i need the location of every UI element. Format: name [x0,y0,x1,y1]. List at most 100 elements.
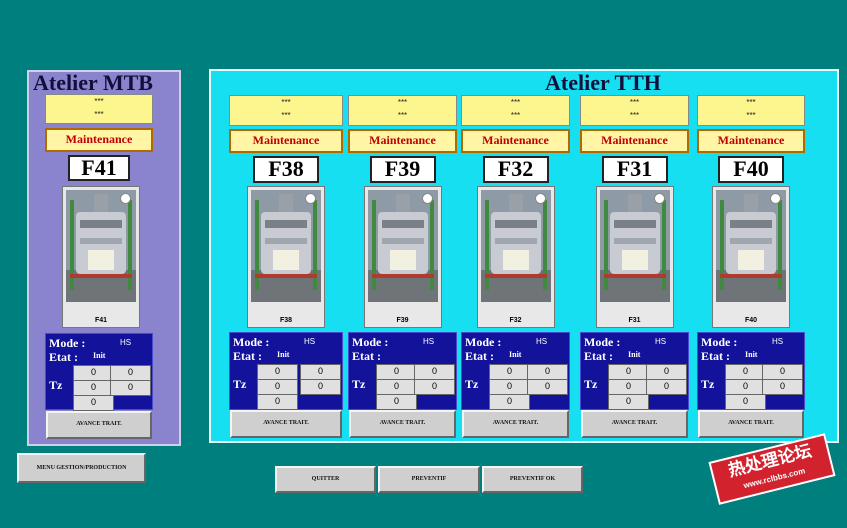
furnace-f41-photo-label: F41 [94,317,108,324]
tz-field-2[interactable]: 0 [608,379,649,395]
tz-field-3[interactable]: 0 [725,394,766,410]
status-indicator-dot-icon [120,193,131,204]
tz-field-4[interactable]: 0 [300,364,341,380]
atelier-tth-title: Atelier TTH [545,70,661,95]
etat-label: Etat : [701,349,730,363]
tz-field-1[interactable]: 0 [608,364,649,380]
tz-label: Tz [465,377,479,391]
etat-label: Etat : [465,349,494,363]
tz-field-4[interactable]: 0 [646,364,687,380]
furnace-f38-photo-label: F38 [279,317,293,324]
furnace-f32-info-box: *** *** [461,95,570,126]
tz-field-3[interactable]: 0 [73,395,114,411]
mode-label: Mode : [233,335,270,349]
tz-field-1[interactable]: 0 [376,364,417,380]
furnace-f32-avance-trait-button[interactable]: AVANCE TRAIT. [462,410,569,438]
status-indicator-dot-icon [534,193,546,204]
furnace-f39-photo[interactable]: F39 [363,186,442,328]
preventif-button[interactable]: PREVENTIF [378,466,480,493]
tz-field-4[interactable]: 0 [527,364,568,380]
tz-field-2[interactable]: 0 [489,379,530,395]
furnace-f38-photo[interactable]: F38 [247,186,325,328]
furnace-f38-status-badge: Maintenance [229,129,343,153]
info-line-1: *** [629,98,640,107]
tz-field-3[interactable]: 0 [489,394,530,410]
furnace-f31-avance-trait-button[interactable]: AVANCE TRAIT. [581,410,688,438]
furnace-f32-status-panel: Mode : HS Etat : Init Tz 0 0 0 0 0 [461,332,570,410]
tz-field-5[interactable]: 0 [762,379,803,395]
tz-field-3[interactable]: 0 [257,394,298,410]
tz-field-1[interactable]: 0 [73,365,114,381]
tz-field-4[interactable]: 0 [110,365,151,381]
tz-label: Tz [352,377,366,391]
mode-value: HS [772,337,784,346]
tz-field-2[interactable]: 0 [376,379,417,395]
furnace-f31-status-panel: Mode : HS Etat : Init Tz 0 0 0 0 0 [580,332,689,410]
mode-label: Mode : [352,335,389,349]
etat-label: Etat : [49,350,78,364]
tz-field-3[interactable]: 0 [376,394,417,410]
info-line-1: *** [281,98,291,107]
tz-label: Tz [584,377,598,391]
tz-field-5[interactable]: 0 [110,380,151,396]
etat-label: Etat : [352,349,381,363]
tz-field-2[interactable]: 0 [257,379,298,395]
preventif-ok-button[interactable]: PREVENTIF OK [482,466,583,493]
quitter-button[interactable]: QUITTER [275,466,376,493]
tz-field-2[interactable]: 0 [725,379,766,395]
tz-field-5[interactable]: 0 [527,379,568,395]
tz-field-5[interactable]: 0 [414,379,455,395]
tz-field-2[interactable]: 0 [73,380,114,396]
tz-label: Tz [701,377,715,391]
furnace-f40-status-panel: Mode : HS Etat : Init Tz 0 0 0 0 0 [697,332,805,410]
status-indicator-dot-icon [421,193,433,204]
mode-value: HS [536,337,548,346]
status-indicator-dot-icon [653,193,665,204]
furnace-f39-avance-trait-button[interactable]: AVANCE TRAIT. [349,410,456,438]
status-indicator-dot-icon [770,193,781,204]
furnace-f41-photo[interactable]: F41 [62,186,140,328]
mode-value: HS [120,338,132,347]
industrial-furnace-photo-icon [66,190,136,302]
tz-field-1[interactable]: 0 [257,364,298,380]
furnace-f38-avance-trait-button[interactable]: AVANCE TRAIT. [230,410,342,438]
furnace-f40-label: F40 [718,156,784,183]
etat-label: Etat : [233,349,262,363]
etat-label: Etat : [584,349,613,363]
tz-field-3[interactable]: 0 [608,394,649,410]
info-line-2: *** [629,111,640,120]
furnace-f39-info-box: *** *** [348,95,457,126]
tz-field-5[interactable]: 0 [300,379,341,395]
info-line-1: *** [94,97,104,106]
tz-field-1[interactable]: 0 [725,364,766,380]
furnace-f40-photo[interactable]: F40 [712,186,790,328]
etat-value: Init [628,350,641,359]
industrial-furnace-photo-icon [599,190,670,302]
etat-value: Init [745,350,758,359]
info-line-1: *** [397,98,408,107]
etat-value: Init [277,350,290,359]
furnace-f40-info-box: *** *** [697,95,805,126]
furnace-f32-photo-label: F32 [509,317,522,324]
industrial-furnace-photo-icon [251,190,321,302]
furnace-f41-avance-trait-button[interactable]: AVANCE TRAIT. [46,411,152,439]
furnace-f31-photo[interactable]: F31 [595,186,674,328]
furnace-f39-status-badge: Maintenance [348,129,457,153]
info-line-2: *** [397,111,408,120]
tz-field-4[interactable]: 0 [414,364,455,380]
furnace-f40-photo-label: F40 [744,317,758,324]
status-indicator-dot-icon [305,193,316,204]
tz-field-5[interactable]: 0 [646,379,687,395]
tz-label: Tz [233,377,247,391]
etat-value: Init [509,350,522,359]
forum-watermark: 热处理论坛 www.rclbbs.com [708,433,836,505]
furnace-f39-label: F39 [369,156,436,183]
furnace-f41-status-panel: Mode : HS Etat : Init Tz 0 0 0 0 0 [45,333,153,411]
tz-field-1[interactable]: 0 [489,364,530,380]
furnace-f32-photo[interactable]: F32 [476,186,555,328]
furnace-f39-status-panel: Mode : HS Etat : Tz 0 0 0 0 0 [348,332,457,410]
furnace-f40-avance-trait-button[interactable]: AVANCE TRAIT. [698,410,804,438]
tz-field-4[interactable]: 0 [762,364,803,380]
menu-gestion-production-button[interactable]: MENU GESTION/PRODUCTION [17,453,146,483]
furnace-f38-info-box: *** *** [229,95,343,126]
